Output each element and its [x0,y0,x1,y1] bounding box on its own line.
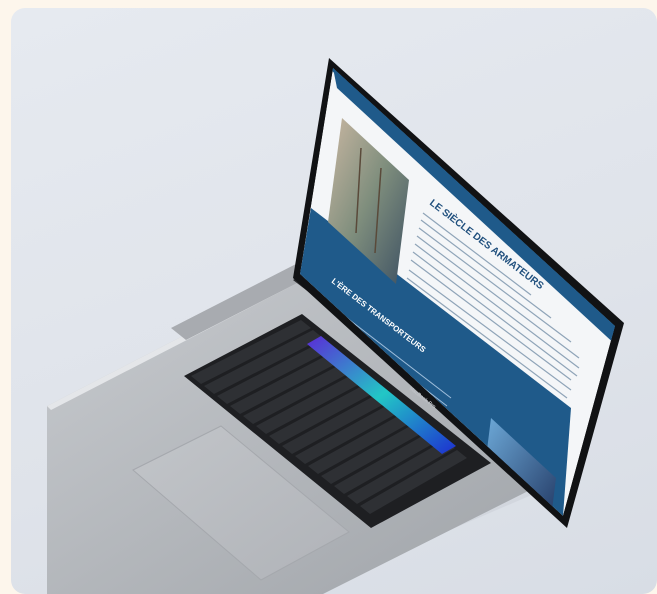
laptop-illustration: LE SIÈCLE DES ARMATEURS L'ÈRE DES TRANSP… [47,58,624,594]
mockup-card: LE SIÈCLE DES ARMATEURS L'ÈRE DES TRANSP… [11,8,657,594]
